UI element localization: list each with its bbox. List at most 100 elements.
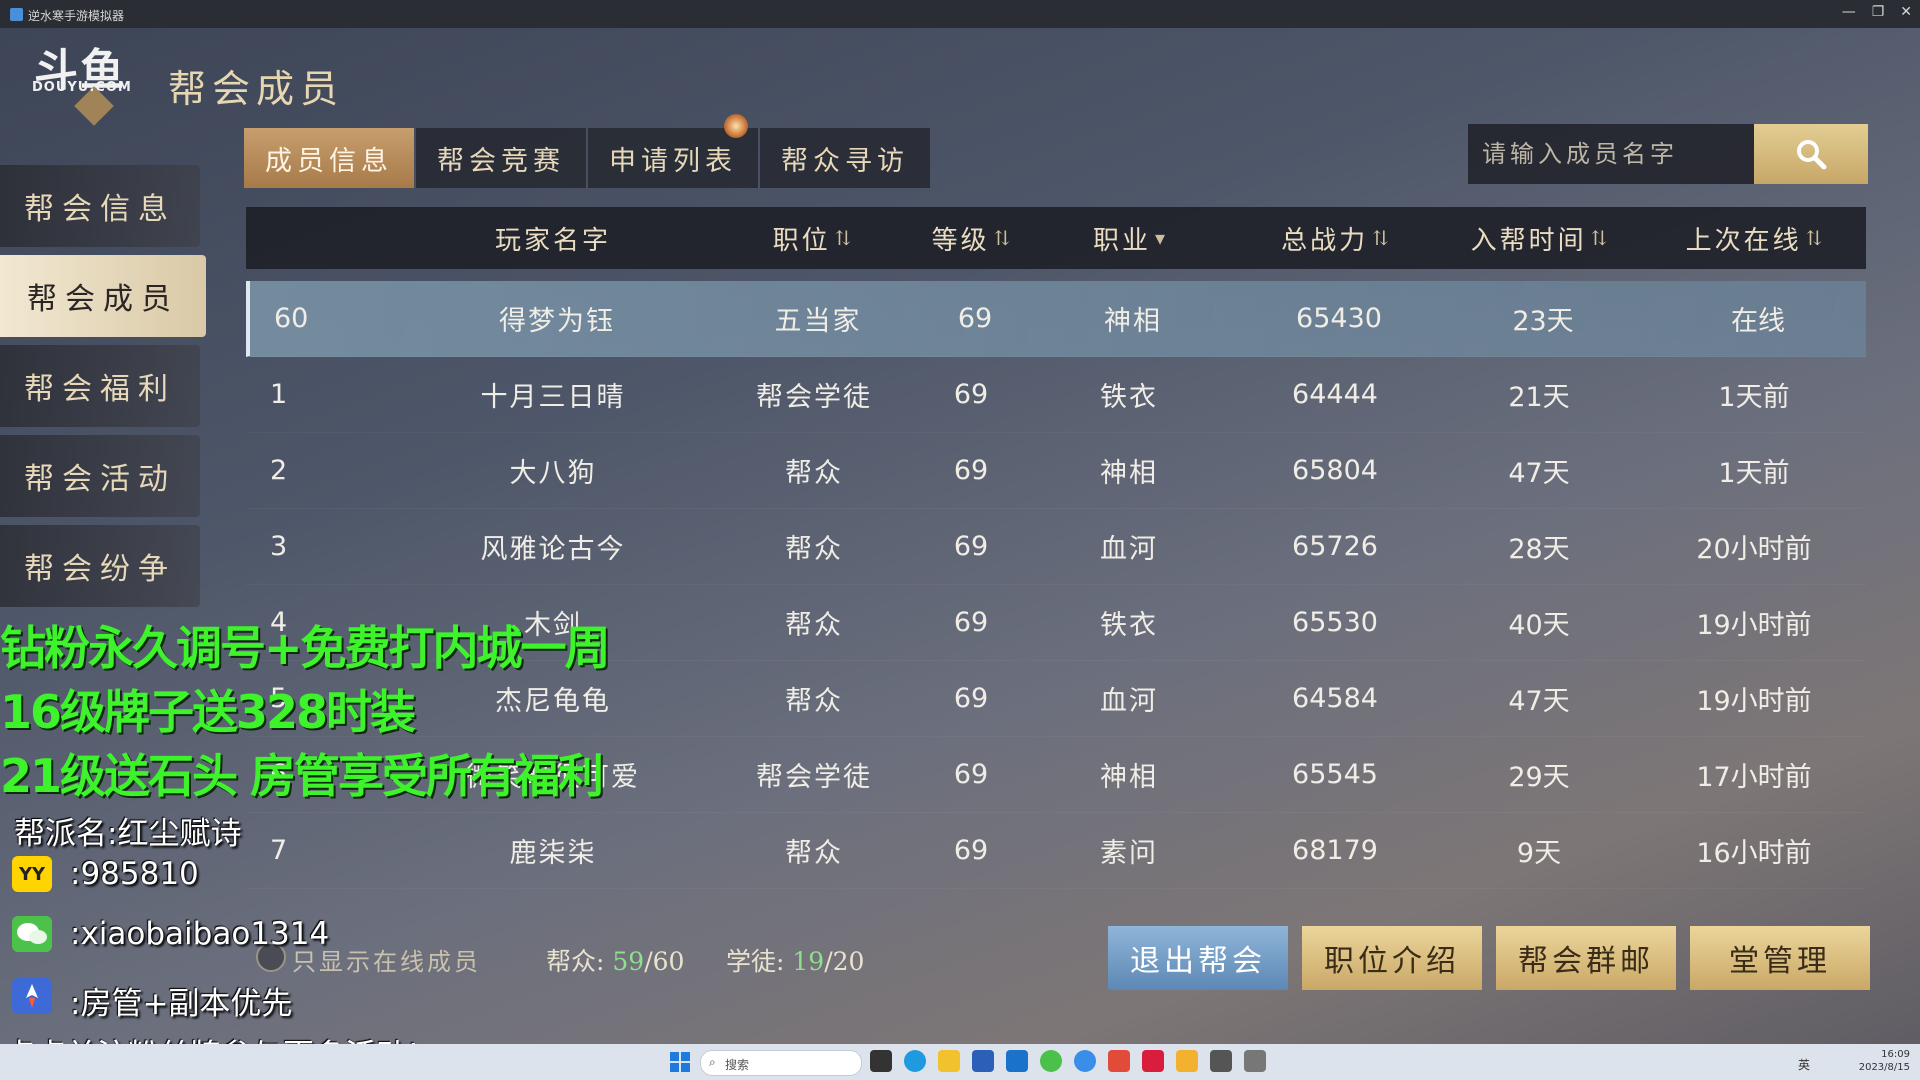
restore-button[interactable]: ❐ (1872, 4, 1885, 20)
close-button[interactable]: ✕ (1900, 4, 1912, 20)
chevron-down-icon: ▾ (1154, 226, 1166, 250)
cell-join-time: 47天 (1508, 686, 1570, 717)
music-app-icon[interactable] (1142, 1050, 1164, 1072)
sidebar-item-guild-info[interactable]: 帮会信息 (0, 165, 200, 247)
tab-bar: 成员信息 帮会竞赛 申请列表 帮众寻访 (244, 128, 932, 188)
cell-last-online: 20小时前 (1696, 534, 1812, 565)
hall-management-button[interactable]: 堂管理 (1690, 926, 1870, 990)
page-title: 帮会成员 (168, 67, 345, 111)
logo-subtext: DOUYU.COM (32, 80, 132, 95)
cell-position: 帮众 (785, 534, 843, 565)
sidebar: 帮会信息 帮会成员 帮会福利 帮会活动 帮会纷争 (0, 165, 206, 615)
window-controls: — ❐ ✕ (1842, 4, 1912, 20)
cell-name: 风雅论古今 (480, 534, 626, 565)
search-icon (1797, 140, 1827, 170)
cell-join-time: 47天 (1508, 458, 1570, 489)
cell-rank: 3 (270, 531, 288, 562)
sort-icon: ⇅ (1805, 226, 1823, 250)
sort-icon: ⇅ (993, 226, 1011, 250)
member-count-max: /60 (644, 947, 685, 976)
cell-last-online: 在线 (1731, 306, 1785, 337)
cell-class: 神相 (1100, 762, 1158, 793)
table-row[interactable]: 7 鹿柒柒 帮众 69 素问 68179 9天 16小时前 (246, 813, 1866, 889)
cell-position: 帮会学徒 (756, 762, 872, 793)
mail-icon[interactable] (1006, 1050, 1028, 1072)
wechat-bubbles-icon (17, 923, 47, 944)
cell-level: 69 (953, 683, 989, 714)
file-explorer-icon[interactable] (938, 1050, 960, 1072)
cell-power: 68179 (1292, 835, 1378, 866)
store-icon[interactable] (972, 1050, 994, 1072)
cell-level: 69 (957, 303, 993, 334)
cell-name: 大八狗 (509, 458, 597, 489)
cell-position: 帮众 (785, 458, 843, 489)
sidebar-item-guild-members[interactable]: 帮会成员 (0, 255, 206, 337)
apprentice-count-label: 学徒: (726, 947, 785, 976)
cell-position: 帮众 (785, 610, 843, 641)
minimize-button[interactable]: — (1842, 4, 1856, 20)
search-button[interactable] (1754, 124, 1868, 184)
cell-last-online: 16小时前 (1696, 838, 1812, 869)
cell-rank: 2 (270, 455, 288, 486)
tab-guild-competition[interactable]: 帮会竞赛 (416, 128, 586, 188)
system-clock[interactable]: 16:09 2023/8/15 (1859, 1048, 1910, 1074)
guild-mail-button[interactable]: 帮会群邮 (1496, 926, 1676, 990)
header-position[interactable]: 职位 ⇅ (773, 207, 852, 269)
cell-power: 65545 (1292, 759, 1378, 790)
cell-power: 64444 (1292, 379, 1378, 410)
cell-class: 血河 (1100, 686, 1158, 717)
cell-join-time: 9天 (1516, 838, 1562, 869)
header-class[interactable]: 职业 ▾ (1093, 207, 1165, 269)
tab-member-info[interactable]: 成员信息 (244, 128, 414, 188)
wechat-id-line: :xiaobaibao1314 (70, 916, 330, 952)
cell-class: 神相 (1100, 458, 1158, 489)
header-total-power[interactable]: 总战力 ⇅ (1281, 207, 1389, 269)
table-row[interactable]: 2 大八狗 帮众 69 神相 65804 47天 1天前 (246, 433, 1866, 509)
table-row[interactable]: 60 得梦为钰 五当家 69 神相 65430 23天 在线 (246, 281, 1866, 357)
emulator-active-icon[interactable] (1244, 1050, 1266, 1072)
rocket-icon (12, 978, 52, 1014)
edge-icon[interactable] (904, 1050, 926, 1072)
cell-join-time: 21天 (1508, 382, 1570, 413)
cell-join-time: 40天 (1508, 610, 1570, 641)
taskbar-search[interactable]: ⌕ 搜索 (700, 1050, 862, 1076)
clock-date: 2023/8/15 (1858, 1062, 1910, 1073)
rocket-shape-icon (26, 984, 38, 1008)
cell-last-online: 19小时前 (1696, 610, 1812, 641)
cell-rank: 60 (274, 303, 309, 334)
table-header: 玩家名字 职位 ⇅ 等级 ⇅ 职业 ▾ 总战力 ⇅ 入帮时间 ⇅ 上次在线 ⇅ (246, 207, 1866, 269)
cell-power: 65530 (1292, 607, 1378, 638)
sidebar-item-guild-activities[interactable]: 帮会活动 (0, 435, 200, 517)
green-app-icon[interactable] (1040, 1050, 1062, 1072)
cell-position: 五当家 (774, 306, 862, 337)
emulator-icon[interactable] (1210, 1050, 1232, 1072)
cell-level: 69 (953, 835, 989, 866)
leave-guild-button[interactable]: 退出帮会 (1108, 926, 1288, 990)
apprentice-count-current: 19 (792, 947, 825, 976)
tab-member-search[interactable]: 帮众寻访 (760, 128, 930, 188)
windows-start-icon[interactable] (670, 1052, 690, 1072)
clock-time: 16:09 (1881, 1049, 1910, 1060)
header-join-time[interactable]: 入帮时间 ⇅ (1471, 207, 1608, 269)
cell-name: 得梦为钰 (499, 306, 615, 337)
header-level[interactable]: 等级 ⇅ (932, 207, 1011, 269)
cell-level: 69 (953, 607, 989, 638)
input-language[interactable]: 英 (1798, 1056, 1810, 1073)
cell-position: 帮众 (785, 686, 843, 717)
yy-icon: YY (12, 856, 52, 892)
table-row[interactable]: 1 十月三日晴 帮会学徒 69 铁衣 64444 21天 1天前 (246, 357, 1866, 433)
red-app-icon[interactable] (1108, 1050, 1130, 1072)
search-input[interactable] (1468, 124, 1752, 184)
game-app-icon[interactable] (1176, 1050, 1198, 1072)
sidebar-item-guild-welfare[interactable]: 帮会福利 (0, 345, 200, 427)
table-row[interactable]: 3 风雅论古今 帮众 69 血河 65726 28天 20小时前 (246, 509, 1866, 585)
browser-icon[interactable] (1074, 1050, 1096, 1072)
header-last-online[interactable]: 上次在线 ⇅ (1686, 207, 1823, 269)
task-view-icon[interactable] (870, 1050, 892, 1072)
sort-icon: ⇅ (834, 226, 852, 250)
position-intro-button[interactable]: 职位介绍 (1302, 926, 1482, 990)
guild-name-line: 帮派名:红尘赋诗 (14, 816, 242, 852)
sidebar-item-guild-disputes[interactable]: 帮会纷争 (0, 525, 200, 607)
header-label: 入帮时间 (1470, 225, 1587, 256)
cell-level: 69 (953, 531, 989, 562)
